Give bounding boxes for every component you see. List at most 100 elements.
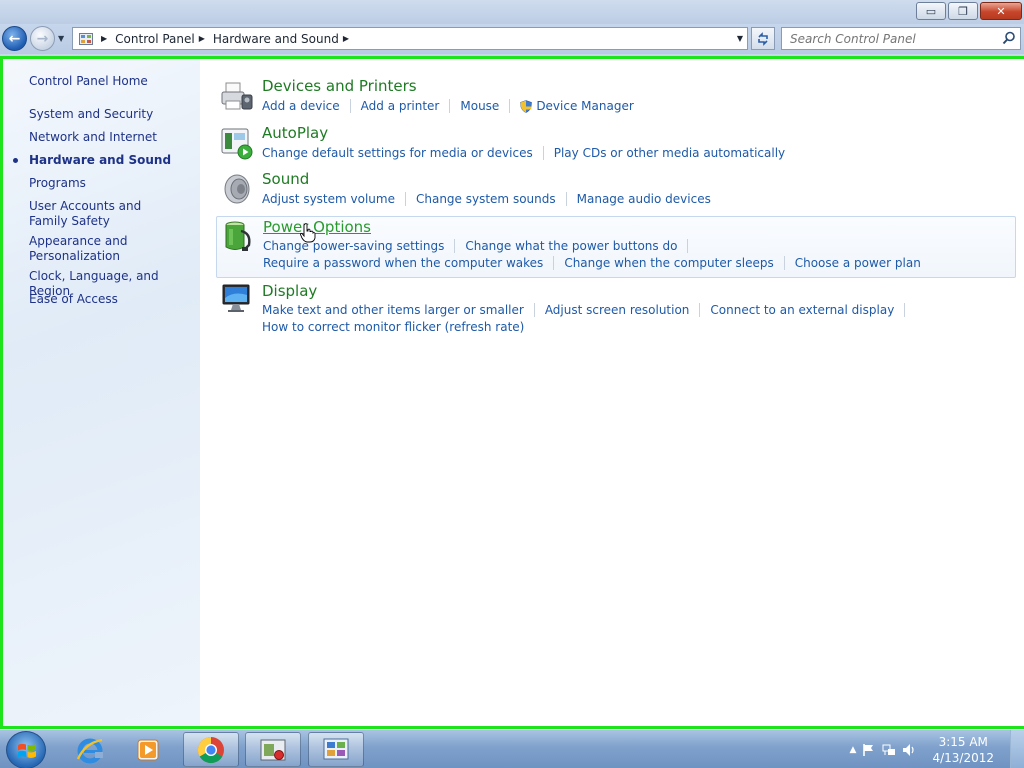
device-manager-link[interactable]: Device Manager <box>536 99 633 113</box>
speaker-icon <box>224 174 250 204</box>
clock[interactable]: 3:15 AM 4/13/2012 <box>932 734 994 766</box>
link-separator <box>783 256 785 270</box>
require-password-on-wake-link[interactable]: Require a password when the computer wak… <box>263 256 543 270</box>
address-bar[interactable]: ▶ Control Panel ▶ Hardware and Sound ▶ ▼ <box>72 27 748 50</box>
monitor-flicker-help-link[interactable]: How to correct monitor flicker (refresh … <box>262 320 524 334</box>
autoplay-link[interactable]: AutoPlay <box>262 124 328 142</box>
link-separator <box>509 99 511 113</box>
power-options-link[interactable]: Power Options <box>263 218 371 236</box>
play-cds-automatically-link[interactable]: Play CDs or other media automatically <box>554 146 785 160</box>
sidebar-item-programs[interactable]: Programs <box>29 176 194 191</box>
taskbar-internet-explorer[interactable] <box>62 732 118 767</box>
link-separator <box>349 99 351 113</box>
search-input[interactable] <box>790 31 990 46</box>
breadcrumb-chevron-icon[interactable]: ▶ <box>343 34 349 43</box>
link-separator <box>542 146 544 160</box>
manage-audio-devices-link[interactable]: Manage audio devices <box>577 192 711 206</box>
network-icon[interactable] <box>882 743 896 757</box>
forward-arrow-icon: → <box>36 30 49 47</box>
recent-pages-dropdown[interactable]: ▼ <box>58 34 64 43</box>
back-button[interactable]: ← <box>2 26 27 51</box>
change-system-sounds-link[interactable]: Change system sounds <box>416 192 556 206</box>
screen-recorder-icon <box>260 739 286 760</box>
breadcrumb-hardware-and-sound[interactable]: Hardware and Sound <box>213 32 339 46</box>
refresh-icon <box>758 31 768 46</box>
maximize-button[interactable]: ❐ <box>948 2 978 20</box>
back-arrow-icon: ← <box>8 30 21 47</box>
show-desktop-button[interactable] <box>1010 730 1024 768</box>
control-panel-home-link[interactable]: Control Panel Home <box>29 74 194 89</box>
devices-and-printers-link[interactable]: Devices and Printers <box>262 77 417 95</box>
breadcrumb-chevron-icon[interactable]: ▶ <box>199 34 205 43</box>
link-separator <box>454 239 456 253</box>
connect-external-display-link[interactable]: Connect to an external display <box>710 303 894 317</box>
add-a-device-link[interactable]: Add a device <box>262 99 340 113</box>
link-separator <box>699 303 701 317</box>
change-sleep-time-link[interactable]: Change when the computer sleeps <box>564 256 773 270</box>
link-row: How to correct monitor flicker (refresh … <box>262 320 524 334</box>
taskbar-media-player[interactable] <box>120 732 176 767</box>
action-center-flag-icon[interactable] <box>862 743 876 757</box>
sidebar-item-system-and-security[interactable]: System and Security <box>29 107 194 122</box>
adjust-system-volume-link[interactable]: Adjust system volume <box>262 192 395 206</box>
sound-link[interactable]: Sound <box>262 170 309 188</box>
start-button[interactable] <box>6 731 46 768</box>
forward-button[interactable]: → <box>30 26 55 51</box>
taskbar: ▲ 3:15 AM 4/13/2012 <box>0 729 1024 768</box>
close-button[interactable]: ✕ <box>980 2 1022 20</box>
windows-logo-icon <box>18 743 36 758</box>
refresh-button[interactable] <box>751 27 775 50</box>
link-separator <box>533 303 535 317</box>
choose-power-plan-link[interactable]: Choose a power plan <box>795 256 921 270</box>
breadcrumb-chevron-icon[interactable]: ▶ <box>101 34 107 43</box>
link-row: Change power-saving settings Change what… <box>263 239 698 253</box>
category-devices-and-printers: Devices and Printers Add a device Add a … <box>216 77 1016 117</box>
control-panel-taskbar-icon <box>323 738 349 759</box>
taskbar-control-panel[interactable] <box>308 732 364 767</box>
sidebar-item-appearance[interactable]: Appearance and Personalization <box>29 234 139 264</box>
link-separator <box>565 192 567 206</box>
search-box[interactable] <box>781 27 1021 50</box>
mouse-link[interactable]: Mouse <box>460 99 499 113</box>
change-power-buttons-link[interactable]: Change what the power buttons do <box>465 239 677 253</box>
link-separator <box>404 192 406 206</box>
sidebar-item-hardware-and-sound[interactable]: Hardware and Sound <box>29 153 194 168</box>
main-pane: Devices and Printers Add a device Add a … <box>200 59 1024 726</box>
address-dropdown-icon[interactable]: ▼ <box>737 34 743 43</box>
adjust-screen-resolution-link[interactable]: Adjust screen resolution <box>545 303 690 317</box>
system-tray: ▲ 3:15 AM 4/13/2012 <box>850 730 994 768</box>
sidebar-item-ease-of-access[interactable]: Ease of Access <box>29 292 194 307</box>
chrome-icon <box>197 736 224 763</box>
link-row: Adjust system volume Change system sound… <box>262 192 711 206</box>
sidebar-item-network-and-internet[interactable]: Network and Internet <box>29 130 194 145</box>
change-default-media-settings-link[interactable]: Change default settings for media or dev… <box>262 146 533 160</box>
clock-date: 4/13/2012 <box>932 750 994 765</box>
minimize-button[interactable]: ▭ <box>916 2 946 20</box>
taskbar-recorder[interactable] <box>245 732 301 767</box>
display-link[interactable]: Display <box>262 282 317 300</box>
category-display: Display Make text and other items larger… <box>216 279 1016 339</box>
change-power-saving-settings-link[interactable]: Change power-saving settings <box>263 239 444 253</box>
sidebar-item-user-accounts[interactable]: User Accounts and Family Safety <box>29 199 179 229</box>
restore-icon: ❐ <box>958 4 968 18</box>
uac-shield-icon <box>520 99 533 113</box>
link-separator <box>449 99 451 113</box>
taskbar-chrome[interactable] <box>183 732 239 767</box>
title-bar: ▭ ❐ ✕ <box>0 0 1024 24</box>
navigation-bar: ← → ▼ ▶ Control Panel ▶ Hardware and Sou… <box>0 24 1024 54</box>
breadcrumb-control-panel[interactable]: Control Panel <box>115 32 195 46</box>
monitor-icon <box>222 284 250 312</box>
search-icon[interactable] <box>1002 31 1016 45</box>
volume-icon[interactable] <box>902 743 916 757</box>
link-separator <box>904 303 906 317</box>
control-panel-icon <box>79 32 93 45</box>
close-icon: ✕ <box>996 4 1006 18</box>
autoplay-icon <box>221 128 253 160</box>
show-hidden-icons-button[interactable]: ▲ <box>850 745 857 755</box>
category-autoplay: AutoPlay Change default settings for med… <box>216 124 1016 164</box>
internet-explorer-icon <box>76 738 103 763</box>
make-text-larger-link[interactable]: Make text and other items larger or smal… <box>262 303 524 317</box>
active-bullet-icon <box>13 158 18 163</box>
add-a-printer-link[interactable]: Add a printer <box>361 99 440 113</box>
clock-time: 3:15 AM <box>938 734 988 749</box>
